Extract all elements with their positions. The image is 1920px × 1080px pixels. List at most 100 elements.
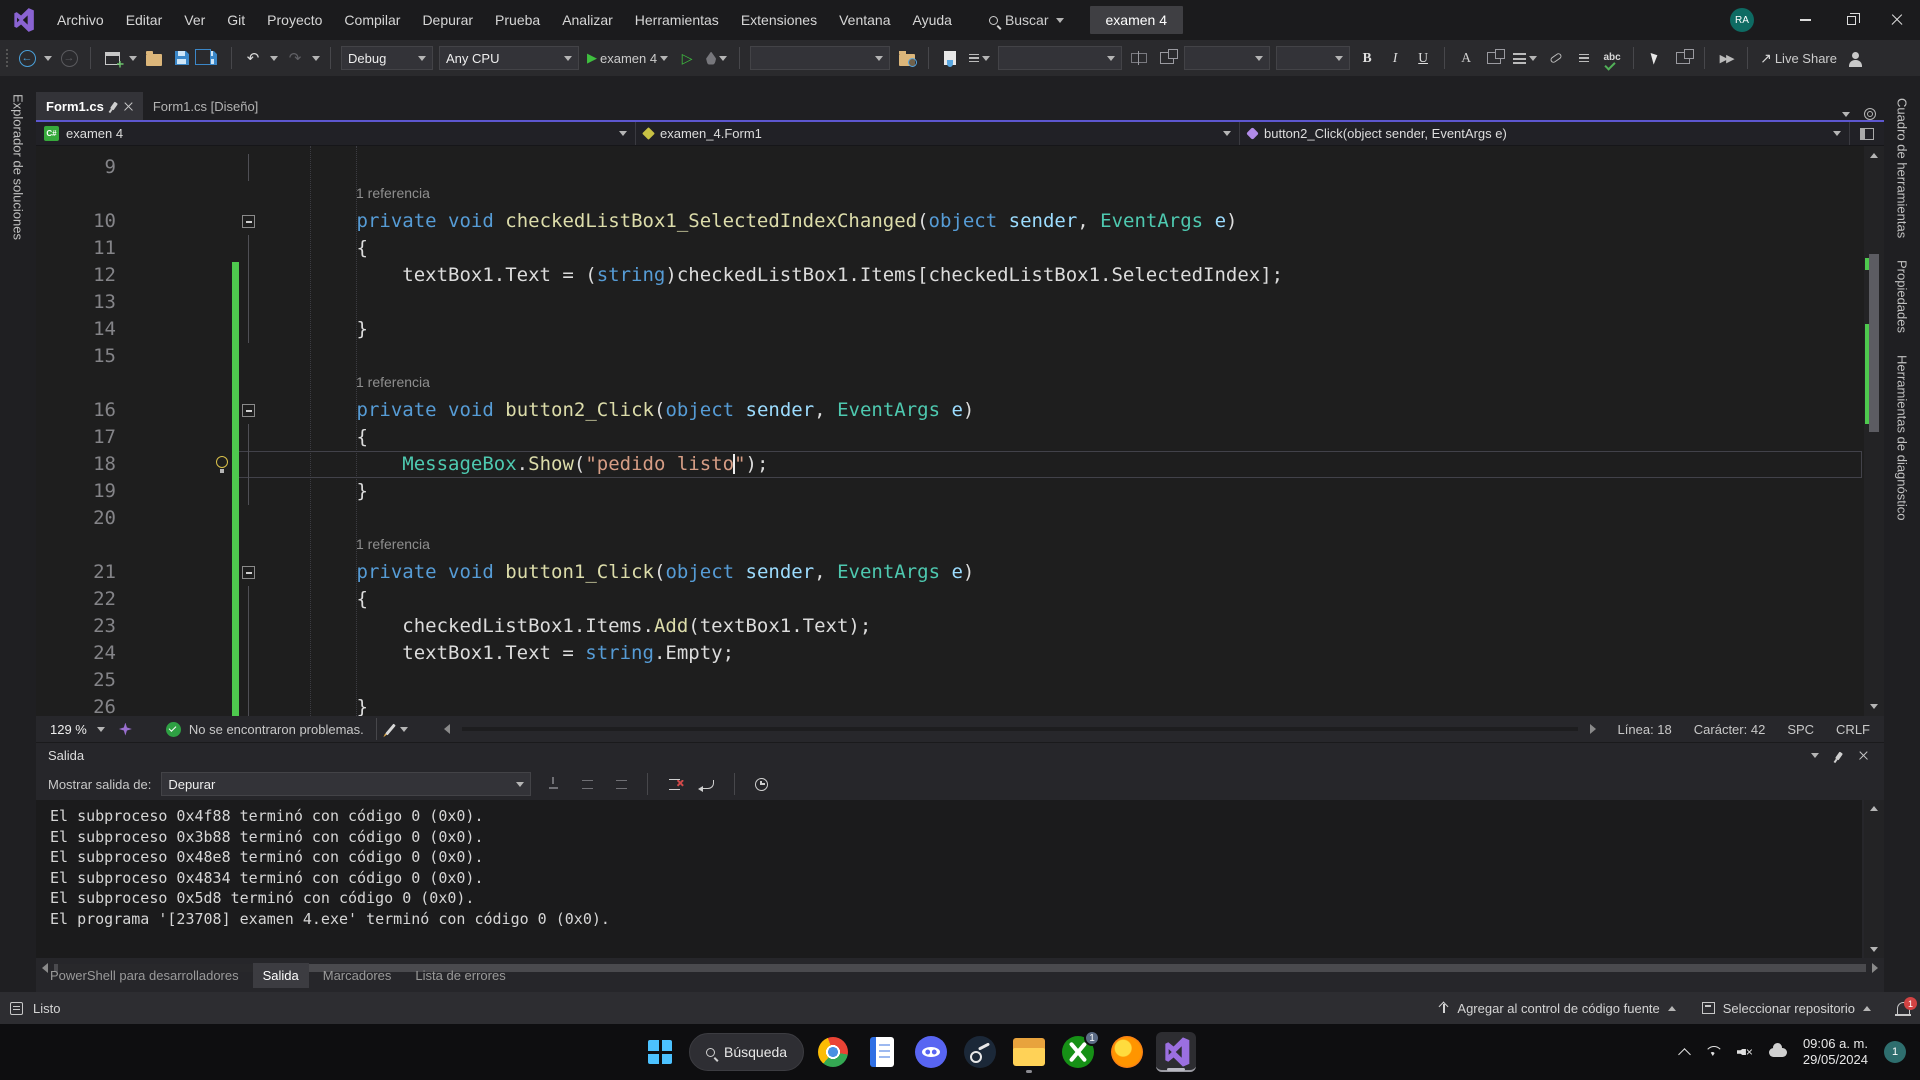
line-number[interactable]: 9 [36, 154, 116, 181]
document-tab[interactable]: Form1.cs [Diseño] [143, 92, 268, 120]
new-item-chevron-icon[interactable] [129, 56, 137, 61]
bold-button[interactable]: B [1356, 46, 1378, 70]
pin-icon[interactable] [110, 102, 118, 111]
scroll-right-icon[interactable] [1590, 724, 1596, 734]
notepad-app[interactable] [862, 1032, 902, 1072]
select-repository-button[interactable]: Seleccionar repositorio [1702, 1001, 1871, 1016]
chevron-down-icon[interactable] [400, 727, 408, 732]
column-indicator[interactable]: Carácter: 42 [1694, 722, 1766, 737]
discord-app[interactable] [911, 1032, 951, 1072]
search-control[interactable]: Buscar [989, 12, 1064, 28]
spell-check-button[interactable]: abc [1601, 46, 1623, 70]
navigate-forward-button[interactable]: → [58, 46, 80, 70]
line-number[interactable]: 13 [36, 289, 116, 316]
document-encoding-button[interactable] [939, 46, 961, 70]
output-source-combo[interactable]: Depurar [161, 772, 531, 796]
line-number[interactable]: 18 [36, 451, 116, 478]
start-debug-button[interactable]: ▶ examen 4 [585, 46, 670, 70]
menu-item-proyecto[interactable]: Proyecto [256, 0, 333, 40]
add-to-source-control-button[interactable]: Agregar al control de código fuente [1439, 1001, 1675, 1016]
word-wrap-button[interactable] [696, 773, 720, 795]
line-number[interactable]: 22 [36, 586, 116, 613]
panel-tab-lista-de-errores[interactable]: Lista de errores [405, 963, 515, 988]
spaces-indicator[interactable]: SPC [1787, 722, 1814, 737]
code-text[interactable]: } [265, 694, 368, 716]
code-line[interactable]: 1 referencia [36, 532, 1862, 559]
collapse-region-icon[interactable] [242, 404, 255, 417]
code-text[interactable]: checkedListBox1.Items.Add(textBox1.Text)… [265, 613, 871, 640]
menu-item-prueba[interactable]: Prueba [484, 0, 551, 40]
line-number[interactable]: 25 [36, 667, 116, 694]
line-number[interactable]: 15 [36, 343, 116, 370]
hot-reload-button[interactable] [704, 46, 729, 70]
redo-button[interactable]: ↷ [284, 46, 306, 70]
firefox-app[interactable] [1107, 1032, 1147, 1072]
solution-platform-combo[interactable]: Any CPU [439, 46, 579, 70]
previous-message-button[interactable] [575, 773, 599, 795]
line-number[interactable]: 14 [36, 316, 116, 343]
type-dropdown[interactable]: examen_4.Form1 [636, 122, 1240, 145]
code-line[interactable]: 11 { [36, 235, 1862, 262]
code-line[interactable]: 20 [36, 505, 1862, 532]
panel-tab-powershell-para-desarrolladores[interactable]: PowerShell para desarrolladores [40, 963, 249, 988]
taskbar-search[interactable]: Búsqueda [689, 1033, 804, 1071]
line-number[interactable]: 23 [36, 613, 116, 640]
project-dropdown[interactable]: C# examen 4 [36, 122, 636, 145]
menu-item-editar[interactable]: Editar [115, 0, 174, 40]
menu-item-analizar[interactable]: Analizar [551, 0, 624, 40]
menu-item-extensiones[interactable]: Extensiones [730, 0, 828, 40]
undo-button[interactable]: ↶ [242, 46, 264, 70]
menu-item-ver[interactable]: Ver [173, 0, 216, 40]
code-line[interactable]: 23 checkedListBox1.Items.Add(textBox1.Te… [36, 613, 1862, 640]
edit-field-button[interactable] [1128, 46, 1150, 70]
code-text[interactable]: textBox1.Text = string.Empty; [265, 640, 734, 667]
scroll-down-icon[interactable] [1870, 947, 1878, 952]
swap-pages-button[interactable] [1156, 46, 1178, 70]
tool-window-tab-herramientas-de-diagnóstico[interactable]: Herramientas de diagnóstico [1895, 355, 1910, 520]
xbox-app[interactable]: 1 [1058, 1032, 1098, 1072]
code-line[interactable]: 16 private void button2_Click(object sen… [36, 397, 1862, 424]
gear-icon[interactable] [1864, 108, 1876, 120]
solution-explorer-tab[interactable]: Explorador de soluciones [11, 94, 26, 240]
onedrive-cloud-icon[interactable] [1769, 1048, 1787, 1057]
scrollbar-thumb[interactable] [1869, 254, 1879, 432]
menu-item-ayuda[interactable]: Ayuda [901, 0, 962, 40]
code-line[interactable]: 17 { [36, 424, 1862, 451]
minimize-button[interactable] [1782, 0, 1828, 40]
link-button[interactable] [1545, 46, 1567, 70]
code-line[interactable]: 9 [36, 154, 1862, 181]
start-without-debug-button[interactable]: ▷ [676, 46, 698, 70]
panel-tab-marcadores[interactable]: Marcadores [313, 963, 402, 988]
size-combo[interactable] [1276, 46, 1350, 70]
redo-history-chevron-icon[interactable] [312, 56, 320, 61]
document-outline-button[interactable] [1672, 46, 1694, 70]
code-line[interactable]: 22 { [36, 586, 1862, 613]
close-icon[interactable] [124, 102, 133, 111]
close-icon[interactable] [1859, 751, 1868, 760]
timestamp-button[interactable] [749, 773, 773, 795]
find-in-files-button[interactable] [896, 46, 918, 70]
line-ending-indicator[interactable]: CRLF [1836, 722, 1870, 737]
save-all-button[interactable] [199, 46, 221, 70]
problems-status[interactable]: No se encontraron problemas. [189, 722, 364, 737]
codelens-references[interactable]: 1 referencia [356, 374, 430, 390]
fill-color-button[interactable] [1483, 46, 1505, 70]
code-line[interactable]: 21 private void button1_Click(object sen… [36, 559, 1862, 586]
code-text[interactable]: textBox1.Text = (string)checkedListBox1.… [265, 262, 1283, 289]
zoom-combo[interactable]: 129 % [44, 718, 111, 740]
code-line[interactable]: 15 [36, 343, 1862, 370]
underline-button[interactable]: U [1412, 46, 1434, 70]
volume-muted-icon[interactable] [1737, 1046, 1753, 1059]
code-text[interactable]: MessageBox.Show("pedido listo"); [265, 451, 768, 478]
code-text[interactable]: { [265, 235, 368, 262]
line-number[interactable]: 10 [36, 208, 116, 235]
code-line[interactable]: 12 textBox1.Text = (string)checkedListBo… [36, 262, 1862, 289]
select-pointer-button[interactable] [1644, 46, 1666, 70]
open-file-button[interactable] [143, 46, 165, 70]
scroll-down-icon[interactable] [1870, 704, 1878, 709]
code-text[interactable]: } [265, 316, 368, 343]
fast-forward-button[interactable]: ▶▶ [1715, 46, 1737, 70]
tool-window-tab-propiedades[interactable]: Propiedades [1895, 260, 1910, 333]
line-number[interactable]: 26 [36, 694, 116, 716]
member-dropdown[interactable]: button2_Click(object sender, EventArgs e… [1240, 122, 1850, 145]
